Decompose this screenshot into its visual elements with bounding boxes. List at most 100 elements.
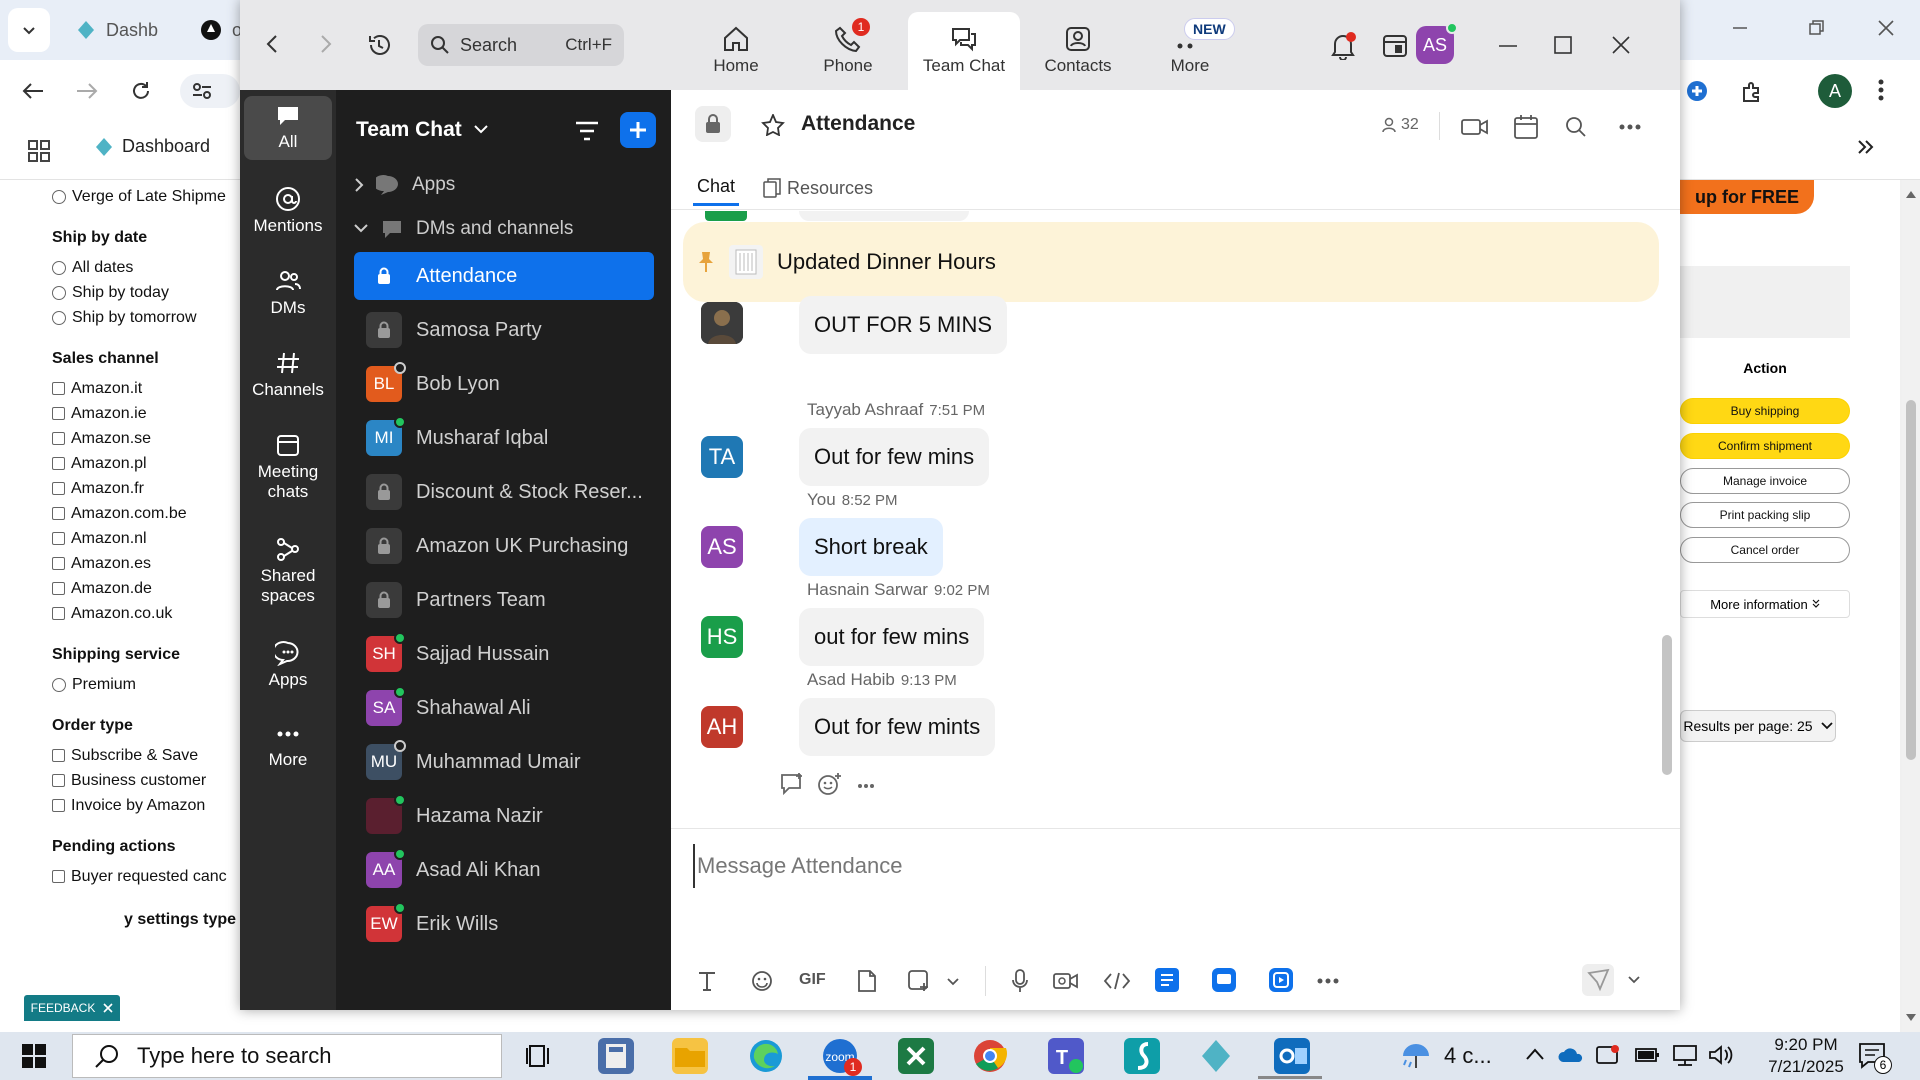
battery-icon[interactable] (1634, 1046, 1660, 1064)
chevron-down-icon[interactable] (947, 978, 959, 986)
filter-option[interactable]: Verge of Late Shipme (52, 184, 242, 209)
checkbox-icon[interactable] (52, 582, 65, 595)
filter-option[interactable]: Invoice by Amazon (52, 793, 242, 818)
more-actions-icon[interactable] (857, 783, 875, 789)
filter-option[interactable]: Amazon.se (52, 426, 242, 451)
minimize-icon[interactable] (1498, 44, 1518, 48)
channel-item[interactable]: Attendance (354, 252, 654, 300)
filter-option[interactable]: Buyer requested canc (52, 864, 242, 889)
taskbar-search-box[interactable]: Type here to search (72, 1034, 502, 1078)
chat-message[interactable]: OUT FOR 5 MINS (701, 296, 1601, 402)
apps-grid-icon[interactable] (28, 140, 50, 162)
teams-app-icon[interactable]: T (1048, 1038, 1084, 1074)
whiteboard-app-icon[interactable] (1212, 968, 1236, 992)
back-icon[interactable] (266, 34, 278, 54)
checkbox-icon[interactable] (52, 532, 65, 545)
sender-name[interactable]: Tayyab Ashraaf (807, 400, 923, 419)
calculator-app-icon[interactable] (598, 1038, 634, 1074)
close-icon[interactable] (1876, 18, 1896, 38)
search-icon[interactable] (1565, 116, 1587, 138)
screen-record-icon[interactable] (1596, 1044, 1620, 1066)
tab-chat[interactable]: Chat (693, 170, 740, 206)
filter-option[interactable]: Ship by today (52, 280, 242, 305)
checkbox-icon[interactable] (52, 407, 65, 420)
rail-item-shared-spaces[interactable]: Shared spaces (244, 536, 332, 606)
new-chat-button[interactable] (620, 112, 656, 148)
send-button[interactable] (1582, 964, 1614, 996)
chrome-app-icon[interactable] (972, 1038, 1008, 1074)
filter-option[interactable]: Amazon.es (52, 551, 242, 576)
screenshot-icon[interactable] (907, 969, 931, 993)
back-arrow-icon[interactable] (22, 82, 44, 100)
rail-item-all[interactable]: All (244, 96, 332, 160)
channel-item[interactable]: Discount & Stock Reser... (354, 468, 654, 516)
chat-message[interactable]: HS Hasnain Sarwar 9:02 PM out for few mins (701, 572, 1601, 672)
double-chevron-right-icon[interactable] (1856, 138, 1874, 156)
channel-item[interactable]: AA Asad Ali Khan (354, 846, 654, 894)
tab-more[interactable]: NEW More (1134, 12, 1246, 90)
more-tools-icon[interactable] (1317, 978, 1339, 984)
tab-list-button[interactable] (8, 8, 50, 52)
rail-item-meeting-chats[interactable]: Meeting chats (244, 432, 332, 502)
message-bubble[interactable]: Out for few mints (799, 698, 996, 756)
taskbar-clock[interactable]: 9:20 PM 7/21/2025 (1756, 1034, 1856, 1078)
task-view-icon[interactable] (526, 1042, 554, 1070)
channel-item[interactable]: SH Sajjad Hussain (354, 630, 654, 678)
puzzle-extensions-icon[interactable] (1740, 80, 1764, 104)
tab-resources[interactable]: Resources (763, 170, 873, 206)
filter-option[interactable]: Amazon.de (52, 576, 242, 601)
filter-icon[interactable] (574, 120, 600, 142)
tab-phone[interactable]: 1 Phone (792, 12, 904, 90)
onedrive-icon[interactable] (1558, 1046, 1584, 1064)
message-bubble[interactable]: OUT FOR 5 MINS (799, 296, 1008, 354)
message-bubble[interactable]: out for few mins (799, 608, 985, 666)
microphone-icon[interactable] (1011, 968, 1029, 994)
star-icon[interactable] (761, 114, 785, 136)
filter-option[interactable]: Amazon.pl (52, 451, 242, 476)
message-composer-input[interactable]: Message Attendance (693, 844, 1593, 888)
history-icon[interactable] (366, 32, 392, 58)
channel-item[interactable]: Hazama Nazir (354, 792, 654, 840)
radio-icon[interactable] (52, 260, 66, 275)
video-message-icon[interactable] (1053, 972, 1079, 990)
tab-team-chat[interactable]: Team Chat (908, 12, 1020, 90)
checkbox-icon[interactable] (52, 799, 65, 812)
zoom-app-icon[interactable]: zoom 1 (822, 1038, 862, 1076)
channel-item[interactable]: EW Erik Wills (354, 900, 654, 948)
radio-icon[interactable] (52, 189, 66, 204)
chat-message[interactable]: TA Tayyab Ashraaf 7:51 PM Out for few mins (701, 392, 1601, 492)
rail-item-more[interactable]: More (244, 722, 332, 770)
radio-icon[interactable] (52, 677, 66, 692)
sender-name[interactable]: You (807, 490, 836, 509)
code-snippet-icon[interactable] (1103, 972, 1131, 990)
radio-icon[interactable] (52, 285, 66, 300)
restore-icon[interactable] (1806, 18, 1826, 38)
zoom-search-box[interactable]: Search Ctrl+F (418, 24, 624, 66)
send-options-chevron-icon[interactable] (1628, 976, 1640, 984)
chat-scrollbar-thumb[interactable] (1662, 635, 1672, 775)
bookmark-dashboard[interactable]: Dashboard (94, 136, 210, 157)
channel-item[interactable]: SA Shahawal Ali (354, 684, 654, 732)
checkbox-icon[interactable] (52, 557, 65, 570)
scrollbar-thumb[interactable] (1906, 400, 1916, 760)
checkbox-icon[interactable] (52, 507, 65, 520)
filter-option[interactable]: Amazon.ie (52, 401, 242, 426)
video-icon[interactable] (1461, 118, 1489, 136)
channel-item[interactable]: Partners Team (354, 576, 654, 624)
sender-name[interactable]: Hasnain Sarwar (807, 580, 928, 599)
checkbox-icon[interactable] (52, 482, 65, 495)
kebab-menu-icon[interactable] (1878, 78, 1884, 102)
rail-item-apps[interactable]: Apps (244, 640, 332, 690)
member-count[interactable]: 32 (1381, 116, 1419, 134)
add-reaction-icon[interactable] (817, 772, 843, 796)
channel-item[interactable]: MU Muhammad Umair (354, 738, 654, 786)
tab-home[interactable]: Home (680, 12, 792, 90)
filter-option[interactable]: Amazon.it (52, 376, 242, 401)
message-avatar[interactable]: HS (701, 616, 743, 658)
chat-message[interactable]: AS You 8:52 PM Short break (701, 482, 1601, 582)
checkbox-icon[interactable] (52, 774, 65, 787)
chat-message[interactable]: AH Asad Habib 9:13 PM Out for few mints (701, 662, 1601, 762)
message-bubble[interactable]: Out for few mins (799, 428, 990, 486)
print-packing-slip-button[interactable]: Print packing slip (1680, 502, 1850, 528)
calendar-icon[interactable] (1513, 114, 1539, 140)
